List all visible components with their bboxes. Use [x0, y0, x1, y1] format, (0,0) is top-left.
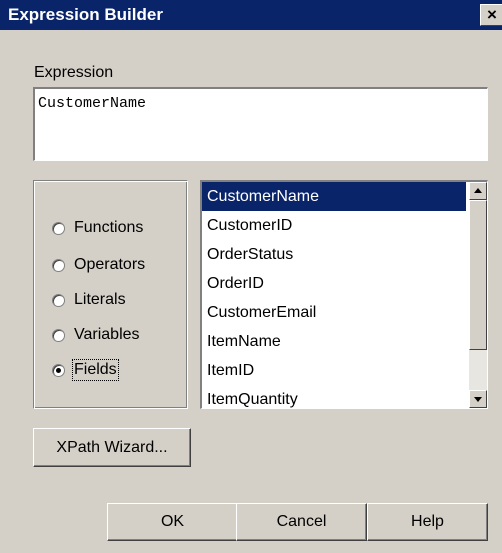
list-item[interactable]: OrderStatus — [202, 240, 466, 269]
radio-button[interactable] — [52, 329, 65, 342]
title-bar[interactable]: Expression Builder × — [0, 0, 502, 30]
help-button[interactable]: Help — [367, 503, 488, 541]
radio-button[interactable] — [52, 259, 65, 272]
list-item[interactable]: OrderID — [202, 269, 466, 298]
fields-listbox[interactable]: CustomerName CustomerID OrderStatus Orde… — [200, 180, 488, 409]
radio-button[interactable] — [52, 222, 65, 235]
expression-builder-dialog: Expression Builder × Expression Customer… — [0, 0, 502, 553]
ok-button[interactable]: OK — [107, 503, 238, 541]
arrow-down-icon — [474, 397, 482, 402]
category-radio-group: Functions Operators Literals Variables F… — [33, 180, 188, 409]
radio-button[interactable] — [52, 294, 65, 307]
arrow-up-icon — [474, 188, 482, 193]
radio-button-selected[interactable] — [52, 364, 65, 377]
radio-label: Operators — [74, 256, 146, 273]
list-item[interactable]: CustomerName — [202, 182, 466, 211]
cancel-button[interactable]: Cancel — [236, 503, 367, 541]
radio-label: Literals — [74, 291, 126, 308]
list-item[interactable]: ItemQuantity — [202, 385, 466, 408]
close-icon[interactable]: × — [480, 4, 502, 26]
list-item[interactable]: ItemID — [202, 356, 466, 385]
list-item[interactable]: CustomerID — [202, 211, 466, 240]
radio-label: Functions — [74, 219, 144, 236]
radio-label: Fields — [72, 359, 119, 381]
list-item[interactable]: CustomerEmail — [202, 298, 466, 327]
scroll-up-button[interactable] — [469, 182, 487, 200]
scroll-thumb[interactable] — [469, 200, 487, 350]
scroll-down-button[interactable] — [469, 390, 487, 408]
fields-list: CustomerName CustomerID OrderStatus Orde… — [202, 182, 466, 408]
list-item[interactable]: ItemName — [202, 327, 466, 356]
xpath-wizard-button[interactable]: XPath Wizard... — [33, 428, 191, 467]
radio-label: Variables — [74, 326, 140, 343]
vertical-scrollbar[interactable] — [469, 182, 487, 408]
expression-label: Expression — [34, 64, 114, 81]
window-title: Expression Builder — [8, 5, 163, 24]
expression-input[interactable]: CustomerName — [33, 87, 488, 161]
